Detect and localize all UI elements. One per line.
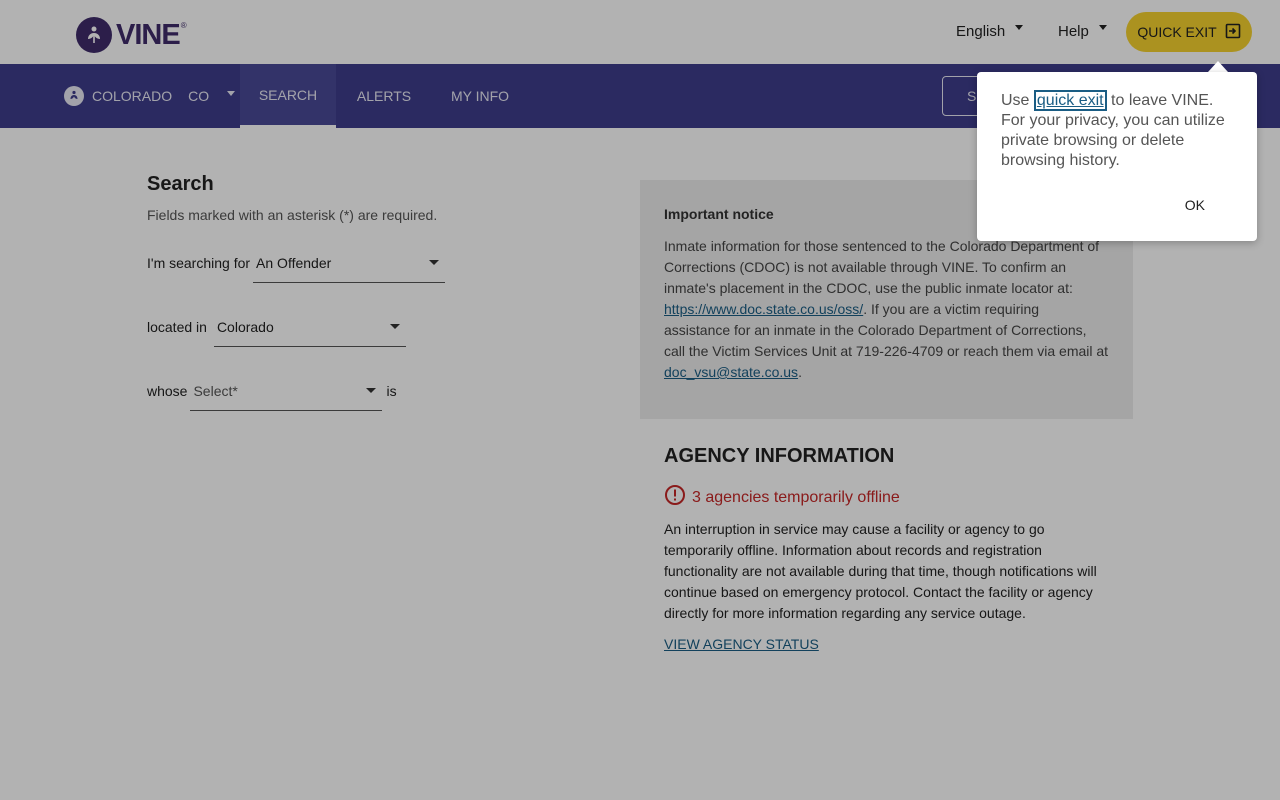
popover-text: Use quick exit to leave VINE. For your p… xyxy=(1001,90,1233,171)
quick-exit-popover: Use quick exit to leave VINE. For your p… xyxy=(977,72,1257,241)
popover-arrow xyxy=(1208,61,1228,72)
quick-exit-link[interactable]: quick exit xyxy=(1033,90,1107,111)
popover-text-before: Use xyxy=(1001,92,1034,109)
ok-button[interactable]: OK xyxy=(1185,197,1205,213)
